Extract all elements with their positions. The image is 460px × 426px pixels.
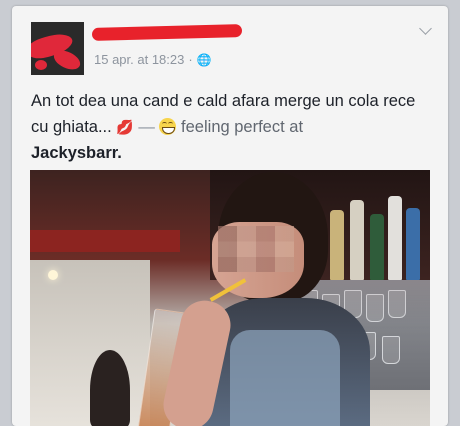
place-link[interactable]: Jackysbarr. [31, 144, 122, 162]
photo-background-person [90, 350, 130, 426]
chevron-down-icon[interactable] [419, 22, 432, 35]
feeling-label: feeling perfect at [181, 118, 304, 136]
avatar[interactable] [31, 22, 84, 75]
post-header: 15 apr. at 18:23 · 🌐 [12, 6, 448, 86]
face-pixelation [218, 226, 294, 272]
post-timestamp[interactable]: 15 apr. at 18:23 [94, 52, 184, 67]
avatar-redaction [35, 60, 47, 70]
globe-icon[interactable]: 🌐 [197, 53, 212, 67]
post-card: 15 apr. at 18:23 · 🌐 An tot dea una cand… [12, 6, 448, 426]
feeling-dash: — [138, 118, 155, 136]
grinning-face-icon [159, 118, 177, 135]
post-text: An tot dea una cand e cald afara merge u… [31, 88, 431, 166]
photo-denim-vest [230, 330, 340, 426]
post-photo[interactable] [30, 170, 430, 426]
post-meta: 15 apr. at 18:23 · 🌐 [94, 52, 212, 67]
photo-bar-trim [30, 230, 180, 252]
lips-icon: 💋 [116, 119, 134, 135]
meta-separator: · [188, 52, 193, 67]
photo-lamp [48, 270, 58, 280]
avatar-redaction [50, 46, 84, 74]
author-name-redacted[interactable] [91, 24, 243, 41]
